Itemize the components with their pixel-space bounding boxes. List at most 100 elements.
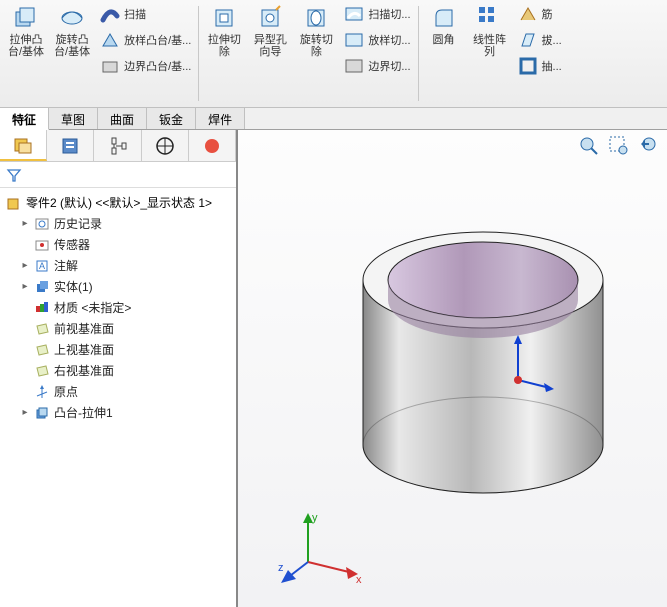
material-icon — [34, 300, 50, 316]
tab-features[interactable]: 特征 — [0, 108, 49, 130]
rib-button[interactable]: 筋 — [514, 2, 566, 26]
triad-y-label: y — [312, 512, 318, 524]
tree-item-4[interactable]: 材质 <未指定> — [2, 297, 234, 318]
tree-item-label: 实体(1) — [54, 278, 93, 295]
tree-root-label: 零件2 (默认) <<默认>_显示状态 1> — [26, 194, 212, 211]
expand-icon[interactable] — [20, 240, 30, 250]
extrude-icon — [34, 405, 50, 421]
tree-item-5[interactable]: 前视基准面 — [2, 318, 234, 339]
loft-button[interactable]: 放样凸台/基... — [96, 28, 195, 52]
filter-icon[interactable] — [6, 167, 22, 183]
tree-item-3[interactable]: ▸ 实体(1) — [2, 276, 234, 297]
panel-tab-display[interactable] — [189, 130, 236, 161]
sweep-cut-label: 扫描切... — [368, 6, 410, 22]
loft-cut-label: 放样切... — [368, 32, 410, 48]
revolve-cut-icon — [302, 4, 330, 32]
panel-tab-config[interactable] — [94, 130, 141, 161]
expand-icon[interactable] — [20, 387, 30, 397]
feature-tree: 零件2 (默认) <<默认>_显示状态 1> ▸历史记录传感器▸A注解▸实体(1… — [0, 188, 236, 607]
triad-z-label: z — [278, 562, 284, 574]
origin-triad — [498, 330, 558, 400]
tree-item-9[interactable]: ▸ 凸台-拉伸1 — [2, 402, 234, 423]
revolve-boss-button[interactable]: 旋转凸 台/基体 — [50, 2, 94, 60]
plane-icon — [34, 321, 50, 337]
solid-icon — [34, 279, 50, 295]
sweep-button[interactable]: 扫描 — [96, 2, 195, 26]
expand-icon[interactable]: ▸ — [20, 408, 30, 418]
tab-weldment[interactable]: 焊件 — [196, 108, 245, 129]
hole-wizard-button[interactable]: 异型孔 向导 — [248, 2, 292, 60]
expand-icon[interactable] — [20, 345, 30, 355]
expand-icon[interactable] — [20, 303, 30, 313]
viewport-3d[interactable]: y x z — [238, 130, 667, 607]
triad-x-label: x — [356, 574, 362, 586]
tree-item-label: 材质 <未指定> — [54, 299, 131, 316]
model-hollow-cylinder[interactable] — [348, 220, 618, 510]
hole-wizard-label: 异型孔 向导 — [254, 34, 287, 58]
boundary-cut-button[interactable]: 边界切... — [340, 54, 414, 78]
draft-button[interactable]: 拔... — [514, 28, 566, 52]
sweep-cut-button[interactable]: 扫描切... — [340, 2, 414, 26]
linear-pattern-icon — [476, 4, 504, 32]
extrude-cut-label: 拉伸切 除 — [208, 34, 241, 58]
fillet-icon — [430, 4, 458, 32]
extrude-boss-label: 拉伸凸 台/基体 — [8, 34, 44, 58]
tree-item-2[interactable]: ▸A注解 — [2, 255, 234, 276]
expand-icon[interactable] — [20, 324, 30, 334]
extrude-icon — [12, 4, 40, 32]
revolve-cut-button[interactable]: 旋转切 除 — [294, 2, 338, 60]
boundary-button[interactable]: 边界凸台/基... — [96, 54, 195, 78]
tree-item-label: 凸台-拉伸1 — [54, 404, 113, 421]
extrude-cut-button[interactable]: 拉伸切 除 — [202, 2, 246, 60]
svg-text:A: A — [39, 261, 45, 271]
feature-manager-panel: 零件2 (默认) <<默认>_显示状态 1> ▸历史记录传感器▸A注解▸实体(1… — [0, 130, 238, 607]
tab-surface[interactable]: 曲面 — [98, 108, 147, 129]
shell-icon — [518, 56, 538, 76]
panel-tabs — [0, 130, 236, 162]
tree-root[interactable]: 零件2 (默认) <<默认>_显示状态 1> — [2, 192, 234, 213]
hole-wizard-icon — [256, 4, 284, 32]
tree-item-1[interactable]: 传感器 — [2, 234, 234, 255]
tree-item-0[interactable]: ▸历史记录 — [2, 213, 234, 234]
boundary-cut-label: 边界切... — [368, 58, 410, 74]
plane-icon — [34, 363, 50, 379]
sweep-cut-icon — [344, 4, 364, 24]
tree-item-label: 传感器 — [54, 236, 90, 253]
panel-tab-property[interactable] — [47, 130, 94, 161]
revolve-cut-label: 旋转切 除 — [300, 34, 333, 58]
fillet-button[interactable]: 圆角 — [422, 2, 466, 48]
expand-icon[interactable]: ▸ — [20, 282, 30, 292]
zoom-area-icon[interactable] — [607, 134, 631, 158]
command-tabs: 特征 草图 曲面 钣金 焊件 — [0, 108, 667, 130]
viewport-tools — [577, 134, 661, 158]
panel-tab-feature-tree[interactable] — [0, 130, 47, 161]
tab-sketch[interactable]: 草图 — [49, 108, 98, 129]
draft-icon — [518, 30, 538, 50]
panel-tab-dimxpert[interactable] — [142, 130, 189, 161]
origin-icon — [34, 384, 50, 400]
expand-icon[interactable] — [20, 366, 30, 376]
rib-label: 筋 — [542, 6, 553, 22]
draft-label: 拔... — [542, 32, 562, 48]
revolve-icon — [58, 4, 86, 32]
extrude-boss-button[interactable]: 拉伸凸 台/基体 — [4, 2, 48, 60]
tree-item-label: 上视基准面 — [54, 341, 114, 358]
zoom-previous-icon[interactable] — [637, 134, 661, 158]
expand-icon[interactable]: ▸ — [20, 219, 30, 229]
linear-pattern-button[interactable]: 线性阵 列 — [468, 2, 512, 60]
expand-icon[interactable]: ▸ — [20, 261, 30, 271]
tree-item-6[interactable]: 上视基准面 — [2, 339, 234, 360]
loft-cut-button[interactable]: 放样切... — [340, 28, 414, 52]
loft-cut-icon — [344, 30, 364, 50]
extrude-cut-icon — [210, 4, 238, 32]
linear-pattern-label: 线性阵 列 — [473, 34, 506, 58]
zoom-fit-icon[interactable] — [577, 134, 601, 158]
shell-label: 抽... — [542, 58, 562, 74]
boundary-icon — [100, 56, 120, 76]
rib-icon — [518, 4, 538, 24]
tree-item-7[interactable]: 右视基准面 — [2, 360, 234, 381]
tree-item-8[interactable]: 原点 — [2, 381, 234, 402]
tab-sheetmetal[interactable]: 钣金 — [147, 108, 196, 129]
loft-icon — [100, 30, 120, 50]
shell-button[interactable]: 抽... — [514, 54, 566, 78]
